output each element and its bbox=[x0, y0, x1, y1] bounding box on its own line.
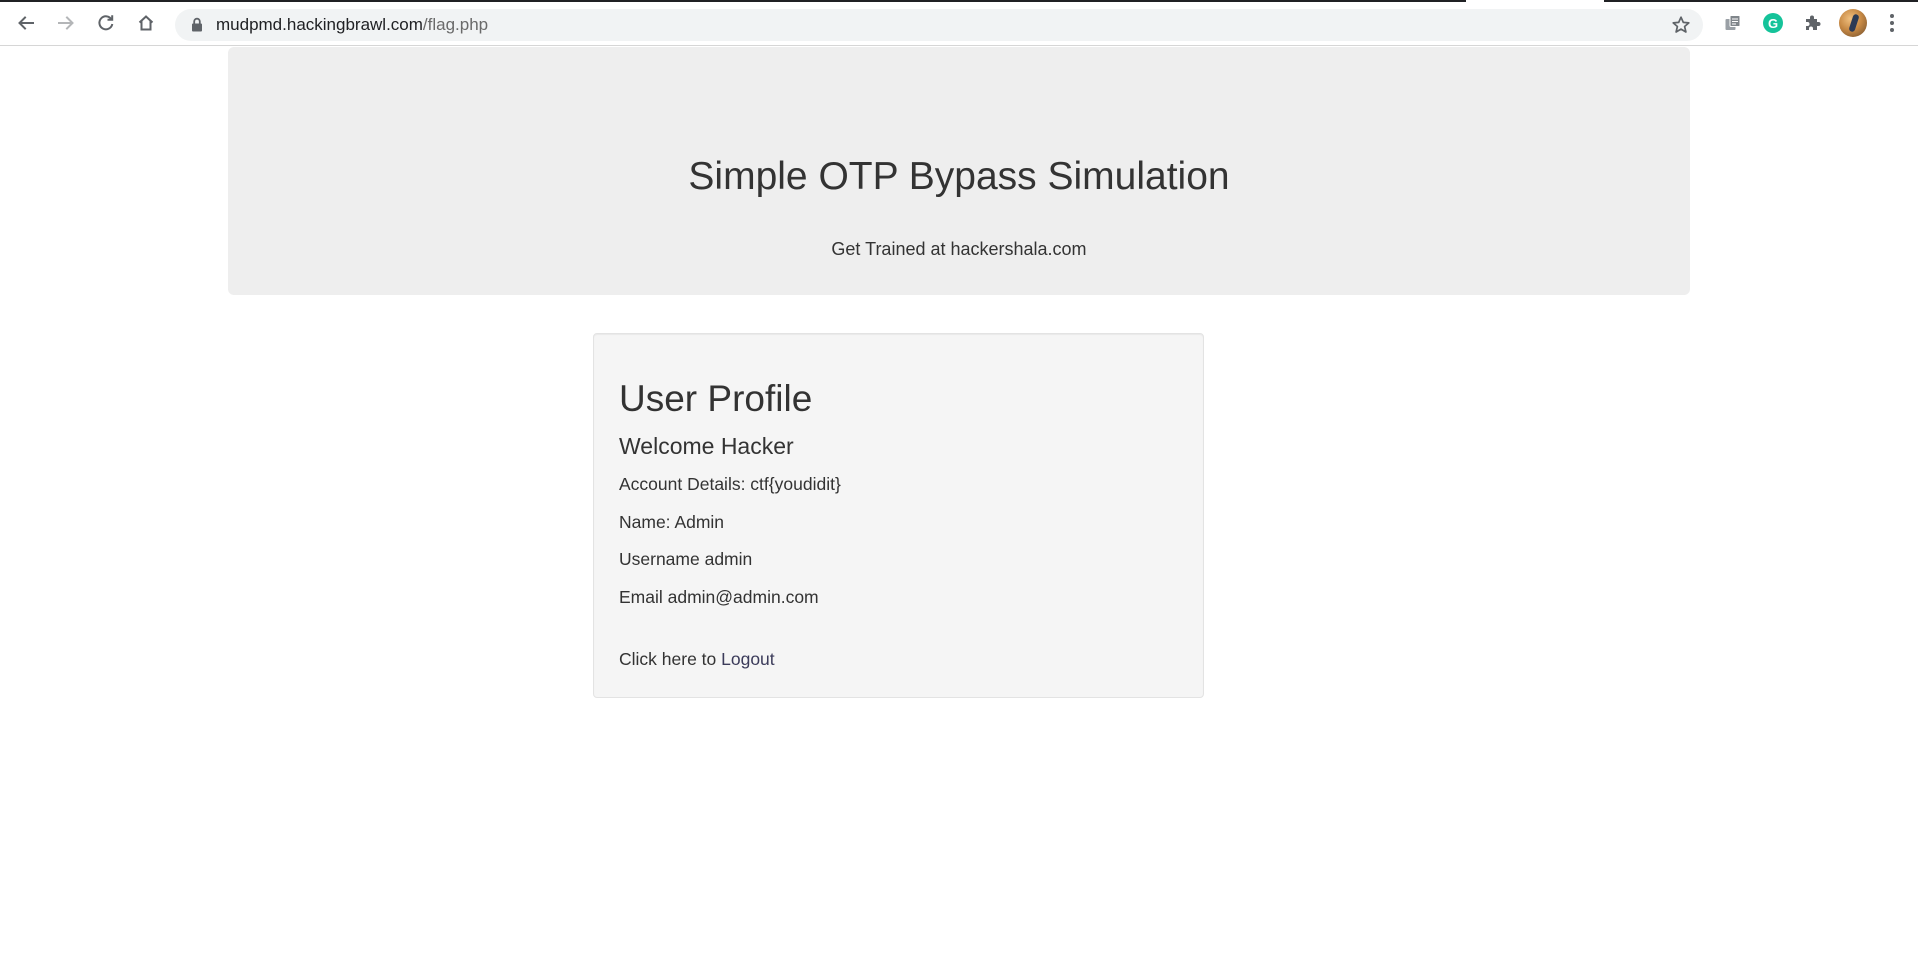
reload-button[interactable] bbox=[92, 9, 120, 37]
menu-dots-icon[interactable] bbox=[1885, 11, 1899, 35]
logout-line: Click here to Logout bbox=[619, 649, 775, 669]
grammarly-button[interactable]: G bbox=[1761, 11, 1785, 35]
home-button[interactable] bbox=[132, 9, 160, 37]
welcome-message: Welcome Hacker bbox=[619, 433, 794, 459]
lock-icon[interactable] bbox=[191, 17, 203, 33]
tab-strip-edge bbox=[0, 0, 1466, 2]
forward-button[interactable] bbox=[52, 9, 80, 37]
extension-copy-icon bbox=[1725, 15, 1741, 30]
logout-link[interactable]: Logout bbox=[721, 649, 775, 669]
profile-name: Name: Admin bbox=[619, 512, 725, 532]
grammarly-icon: G bbox=[1763, 13, 1783, 33]
page-title: Simple OTP Bypass Simulation bbox=[688, 155, 1230, 198]
profile-username: Username admin bbox=[619, 549, 753, 569]
extensions-puzzle-icon bbox=[1806, 15, 1821, 30]
url-path: /flag.php bbox=[422, 15, 489, 34]
avatar-figure bbox=[1848, 13, 1860, 33]
account-details: Account Details: ctf{youdidit} bbox=[619, 474, 841, 494]
back-icon bbox=[18, 16, 34, 30]
reload-icon bbox=[98, 15, 114, 31]
bookmark-star-icon[interactable] bbox=[1671, 15, 1691, 35]
profile-title: User Profile bbox=[619, 378, 813, 419]
extension-copy-button[interactable] bbox=[1721, 11, 1745, 35]
page-subtitle: Get Trained at hackershala.com bbox=[831, 239, 1087, 259]
extensions-button[interactable] bbox=[1801, 11, 1825, 35]
tab-strip-edge bbox=[1604, 0, 1918, 2]
profile-email: Email admin@admin.com bbox=[619, 587, 819, 607]
logout-prefix: Click here to bbox=[619, 649, 722, 669]
browser-toolbar: mudpmd.hackingbrawl.com/flag.php G bbox=[0, 0, 1918, 46]
header-jumbotron: Simple OTP Bypass Simulation Get Trained… bbox=[228, 47, 1690, 295]
address-bar[interactable]: mudpmd.hackingbrawl.com/flag.php bbox=[175, 9, 1703, 41]
user-profile-panel: User Profile Welcome Hacker Account Deta… bbox=[593, 333, 1204, 698]
home-icon bbox=[138, 15, 154, 31]
profile-avatar[interactable] bbox=[1839, 9, 1867, 37]
back-button[interactable] bbox=[12, 9, 40, 37]
url-text[interactable]: mudpmd.hackingbrawl.com/flag.php bbox=[216, 9, 488, 41]
url-host: mudpmd.hackingbrawl.com bbox=[216, 15, 423, 34]
forward-icon bbox=[58, 16, 74, 30]
